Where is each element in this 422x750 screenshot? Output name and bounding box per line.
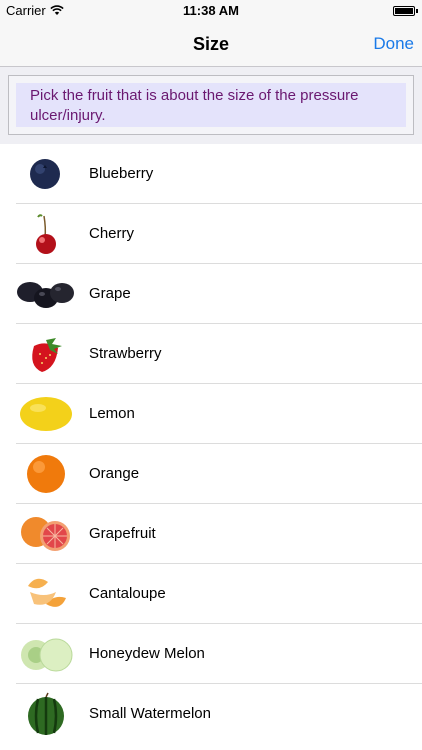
grapefruit-icon (21, 517, 70, 551)
fruit-label: Small Watermelon (89, 705, 211, 722)
instruction-text: Pick the fruit that is about the size of… (30, 87, 359, 124)
fruit-label: Cherry (89, 225, 135, 242)
fruit-label: Strawberry (89, 345, 162, 362)
fruit-size-list: Blueberry Cherry Grape Strawberry Lemon … (0, 144, 422, 743)
list-item-cherry[interactable]: Cherry (16, 204, 422, 264)
fruit-label: Honeydew Melon (89, 645, 205, 662)
honeydew-melon-icon (21, 638, 73, 672)
list-item-lemon[interactable]: Lemon (16, 384, 422, 444)
list-item-cantaloupe[interactable]: Cantaloupe (16, 564, 422, 624)
list-item-grape[interactable]: Grape (16, 264, 422, 324)
status-bar: Carrier 11:38 AM (0, 0, 422, 22)
fruit-label: Grape (89, 285, 131, 302)
fruit-label: Orange (89, 465, 140, 482)
fruit-label: Lemon (89, 405, 135, 422)
instruction-box: Pick the fruit that is about the size of… (8, 75, 414, 135)
grape-icon (17, 282, 74, 308)
watermelon-icon (28, 692, 64, 735)
instruction-header: Pick the fruit that is about the size of… (0, 66, 422, 144)
fruit-label: Grapefruit (89, 525, 156, 542)
list-item-strawberry[interactable]: Strawberry (16, 324, 422, 384)
battery-icon (393, 6, 415, 16)
list-item-honeydew-melon[interactable]: Honeydew Melon (16, 624, 422, 684)
fruit-label: Cantaloupe (89, 585, 166, 602)
list-item-grapefruit[interactable]: Grapefruit (16, 504, 422, 564)
navigation-bar: Size Done (0, 22, 422, 66)
cherry-icon (36, 214, 56, 254)
instruction-panel: Pick the fruit that is about the size of… (16, 83, 406, 127)
orange-icon (27, 455, 65, 493)
list-item-orange[interactable]: Orange (16, 444, 422, 504)
battery-tip (416, 9, 418, 13)
lemon-icon (20, 397, 72, 431)
list-item-blueberry[interactable]: Blueberry (16, 144, 422, 204)
status-time: 11:38 AM (183, 3, 239, 18)
cantaloupe-icon (28, 578, 66, 607)
done-button[interactable]: Done (373, 34, 414, 54)
list-item-small-watermelon[interactable]: Small Watermelon (16, 684, 422, 743)
page-title: Size (192, 34, 230, 54)
fruit-label: Blueberry (89, 165, 154, 182)
blueberry-icon (30, 159, 60, 189)
strawberry-icon (32, 338, 62, 372)
